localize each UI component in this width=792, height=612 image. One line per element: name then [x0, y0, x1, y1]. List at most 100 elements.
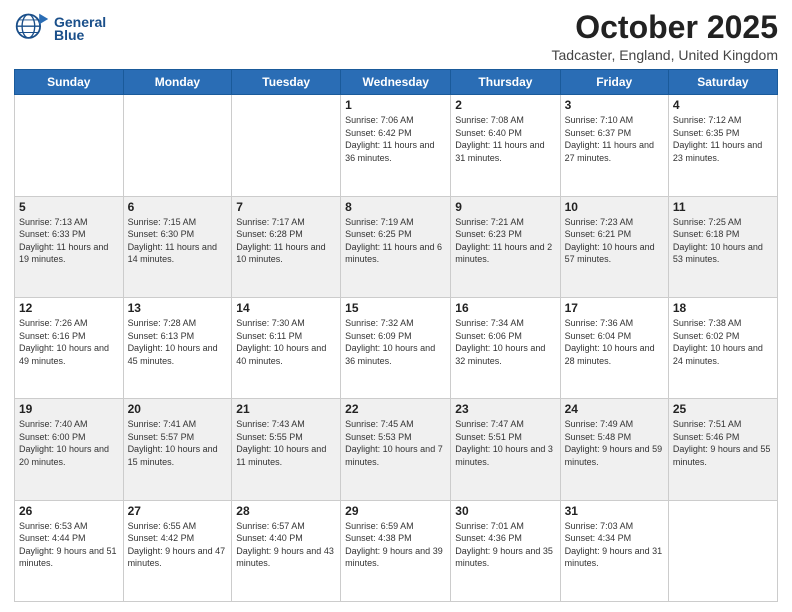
calendar-cell: 24 Sunrise: 7:49 AMSunset: 5:48 PMDayligh…: [560, 399, 668, 500]
day-number: 5: [19, 200, 119, 214]
day-number: 14: [236, 301, 336, 315]
day-number: 10: [565, 200, 664, 214]
calendar-cell: 16 Sunrise: 7:34 AMSunset: 6:06 PMDayligh…: [451, 297, 560, 398]
month-title: October 2025: [552, 10, 778, 45]
day-info: Sunrise: 6:59 AMSunset: 4:38 PMDaylight:…: [345, 520, 446, 570]
col-saturday: Saturday: [668, 70, 777, 95]
calendar-cell: 28 Sunrise: 6:57 AMSunset: 4:40 PMDayligh…: [232, 500, 341, 601]
day-info: Sunrise: 7:23 AMSunset: 6:21 PMDaylight:…: [565, 216, 664, 266]
day-number: 30: [455, 504, 555, 518]
day-number: 17: [565, 301, 664, 315]
day-info: Sunrise: 6:55 AMSunset: 4:42 PMDaylight:…: [128, 520, 228, 570]
day-info: Sunrise: 7:13 AMSunset: 6:33 PMDaylight:…: [19, 216, 119, 266]
day-info: Sunrise: 6:57 AMSunset: 4:40 PMDaylight:…: [236, 520, 336, 570]
calendar-cell: 19 Sunrise: 7:40 AMSunset: 6:00 PMDayligh…: [15, 399, 124, 500]
day-info: Sunrise: 7:41 AMSunset: 5:57 PMDaylight:…: [128, 418, 228, 468]
calendar-week-row: 12Sunrise: 7:26 AMSunset: 6:16 PMDayligh…: [15, 297, 778, 398]
col-sunday: Sunday: [15, 70, 124, 95]
day-number: 9: [455, 200, 555, 214]
day-info: Sunrise: 7:36 AMSunset: 6:04 PMDaylight:…: [565, 317, 664, 367]
day-number: 8: [345, 200, 446, 214]
day-number: 24: [565, 402, 664, 416]
logo: General Blue: [14, 10, 106, 46]
col-tuesday: Tuesday: [232, 70, 341, 95]
calendar-cell: 27 Sunrise: 6:55 AMSunset: 4:42 PMDayligh…: [123, 500, 232, 601]
day-number: 4: [673, 98, 773, 112]
day-info: Sunrise: 7:28 AMSunset: 6:13 PMDaylight:…: [128, 317, 228, 367]
calendar-cell: 13Sunrise: 7:28 AMSunset: 6:13 PMDayligh…: [123, 297, 232, 398]
day-info: Sunrise: 7:51 AMSunset: 5:46 PMDaylight:…: [673, 418, 773, 468]
day-number: 20: [128, 402, 228, 416]
location: Tadcaster, England, United Kingdom: [552, 47, 778, 63]
calendar-week-row: 26 Sunrise: 6:53 AMSunset: 4:44 PMDayligh…: [15, 500, 778, 601]
day-info: Sunrise: 7:45 AMSunset: 5:53 PMDaylight:…: [345, 418, 446, 468]
calendar-cell: 23 Sunrise: 7:47 AMSunset: 5:51 PMDayligh…: [451, 399, 560, 500]
page: General Blue October 2025 Tadcaster, Eng…: [0, 0, 792, 612]
day-info: Sunrise: 7:43 AMSunset: 5:55 PMDaylight:…: [236, 418, 336, 468]
calendar-cell: 3Sunrise: 7:10 AMSunset: 6:37 PMDaylight…: [560, 95, 668, 196]
day-number: 19: [19, 402, 119, 416]
calendar-cell: 17 Sunrise: 7:36 AMSunset: 6:04 PMDayligh…: [560, 297, 668, 398]
calendar-week-row: 1 Sunrise: 7:06 AMSunset: 6:42 PMDaylight…: [15, 95, 778, 196]
col-wednesday: Wednesday: [341, 70, 451, 95]
day-info: Sunrise: 7:08 AMSunset: 6:40 PMDaylight:…: [455, 114, 555, 164]
calendar-cell: 21 Sunrise: 7:43 AMSunset: 5:55 PMDayligh…: [232, 399, 341, 500]
day-number: 27: [128, 504, 228, 518]
logo-text: General Blue: [54, 14, 106, 43]
calendar-cell: [123, 95, 232, 196]
calendar-cell: 29 Sunrise: 6:59 AMSunset: 4:38 PMDayligh…: [341, 500, 451, 601]
day-info: Sunrise: 7:21 AMSunset: 6:23 PMDaylight:…: [455, 216, 555, 266]
calendar-week-row: 5 Sunrise: 7:13 AMSunset: 6:33 PMDaylight…: [15, 196, 778, 297]
day-info: Sunrise: 7:30 AMSunset: 6:11 PMDaylight:…: [236, 317, 336, 367]
day-number: 16: [455, 301, 555, 315]
header: General Blue October 2025 Tadcaster, Eng…: [14, 10, 778, 63]
day-number: 18: [673, 301, 773, 315]
calendar-cell: 30 Sunrise: 7:01 AMSunset: 4:36 PMDayligh…: [451, 500, 560, 601]
day-info: Sunrise: 7:34 AMSunset: 6:06 PMDaylight:…: [455, 317, 555, 367]
calendar-cell: [668, 500, 777, 601]
day-number: 15: [345, 301, 446, 315]
calendar-cell: 20 Sunrise: 7:41 AMSunset: 5:57 PMDayligh…: [123, 399, 232, 500]
day-number: 22: [345, 402, 446, 416]
calendar-cell: 11Sunrise: 7:25 AMSunset: 6:18 PMDayligh…: [668, 196, 777, 297]
day-number: 23: [455, 402, 555, 416]
day-info: Sunrise: 7:06 AMSunset: 6:42 PMDaylight:…: [345, 114, 446, 164]
calendar-header-row: Sunday Monday Tuesday Wednesday Thursday…: [15, 70, 778, 95]
day-number: 31: [565, 504, 664, 518]
day-info: Sunrise: 7:10 AMSunset: 6:37 PMDaylight:…: [565, 114, 664, 164]
day-info: Sunrise: 7:01 AMSunset: 4:36 PMDaylight:…: [455, 520, 555, 570]
day-info: Sunrise: 7:47 AMSunset: 5:51 PMDaylight:…: [455, 418, 555, 468]
calendar-cell: 12Sunrise: 7:26 AMSunset: 6:16 PMDayligh…: [15, 297, 124, 398]
col-friday: Friday: [560, 70, 668, 95]
calendar-table: Sunday Monday Tuesday Wednesday Thursday…: [14, 69, 778, 602]
day-number: 21: [236, 402, 336, 416]
calendar-cell: 14 Sunrise: 7:30 AMSunset: 6:11 PMDayligh…: [232, 297, 341, 398]
calendar-cell: 18Sunrise: 7:38 AMSunset: 6:02 PMDayligh…: [668, 297, 777, 398]
logo-icon: [14, 10, 50, 46]
calendar-cell: 31Sunrise: 7:03 AMSunset: 4:34 PMDayligh…: [560, 500, 668, 601]
day-number: 25: [673, 402, 773, 416]
calendar-cell: 5 Sunrise: 7:13 AMSunset: 6:33 PMDaylight…: [15, 196, 124, 297]
calendar-cell: 7Sunrise: 7:17 AMSunset: 6:28 PMDaylight…: [232, 196, 341, 297]
calendar-cell: [15, 95, 124, 196]
day-number: 1: [345, 98, 446, 112]
day-number: 2: [455, 98, 555, 112]
calendar-cell: 15 Sunrise: 7:32 AMSunset: 6:09 PMDayligh…: [341, 297, 451, 398]
calendar-cell: 2 Sunrise: 7:08 AMSunset: 6:40 PMDaylight…: [451, 95, 560, 196]
day-info: Sunrise: 6:53 AMSunset: 4:44 PMDaylight:…: [19, 520, 119, 570]
calendar-cell: 1 Sunrise: 7:06 AMSunset: 6:42 PMDaylight…: [341, 95, 451, 196]
day-info: Sunrise: 7:19 AMSunset: 6:25 PMDaylight:…: [345, 216, 446, 266]
day-info: Sunrise: 7:49 AMSunset: 5:48 PMDaylight:…: [565, 418, 664, 468]
day-number: 26: [19, 504, 119, 518]
day-info: Sunrise: 7:40 AMSunset: 6:00 PMDaylight:…: [19, 418, 119, 468]
day-number: 29: [345, 504, 446, 518]
day-number: 12: [19, 301, 119, 315]
day-info: Sunrise: 7:32 AMSunset: 6:09 PMDaylight:…: [345, 317, 446, 367]
calendar-cell: 8 Sunrise: 7:19 AMSunset: 6:25 PMDaylight…: [341, 196, 451, 297]
calendar-cell: 22 Sunrise: 7:45 AMSunset: 5:53 PMDayligh…: [341, 399, 451, 500]
day-number: 28: [236, 504, 336, 518]
day-number: 7: [236, 200, 336, 214]
title-block: October 2025 Tadcaster, England, United …: [552, 10, 778, 63]
day-info: Sunrise: 7:15 AMSunset: 6:30 PMDaylight:…: [128, 216, 228, 266]
day-number: 11: [673, 200, 773, 214]
